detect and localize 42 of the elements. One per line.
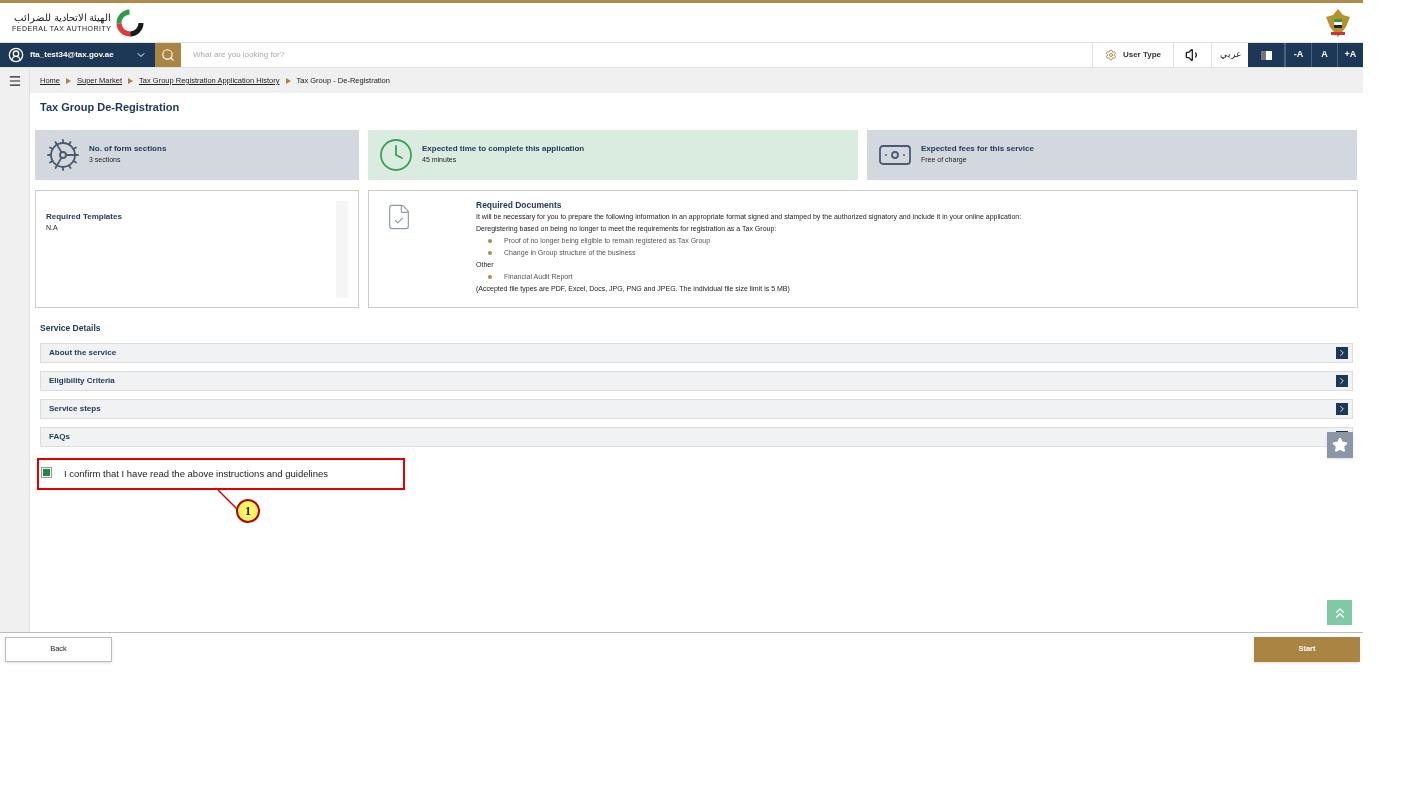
page-title: Tax Group De-Registration [39, 100, 181, 115]
accordion-header[interactable]: About the service [40, 343, 1353, 364]
logo-emblem-icon [115, 7, 146, 38]
breadcrumb-separator-icon [66, 77, 71, 84]
search-button[interactable] [155, 43, 181, 67]
logo-arabic-text: الهيئة الاتحادية للضرائب [13, 13, 112, 23]
settings-icon [1104, 49, 1117, 61]
chevron-right-icon [1336, 403, 1348, 416]
search-field[interactable]: What are you looking for? [181, 43, 1092, 67]
menu-icon[interactable] [7, 74, 22, 88]
breadcrumb-separator-icon [285, 77, 291, 84]
user-avatar-icon [8, 47, 24, 63]
gear-icon [45, 136, 81, 173]
contrast-button[interactable] [1248, 43, 1285, 67]
favorite-button[interactable] [1327, 432, 1353, 458]
templates-title: Required Templates [46, 210, 122, 223]
bullet-icon [488, 250, 492, 255]
contrast-icon [1260, 50, 1272, 60]
documents-title: Required Documents [476, 198, 563, 211]
bullet-icon [488, 274, 492, 279]
confirm-label: I confirm that I have read the above instructions and guidelines [64, 467, 329, 482]
clock-icon [378, 136, 414, 173]
user-type-button[interactable]: User Type [1091, 43, 1173, 67]
accordion-header[interactable]: FAQs [40, 427, 1353, 448]
star-icon [1332, 437, 1348, 453]
search-icon [161, 48, 175, 62]
chevron-right-icon [1336, 375, 1348, 388]
service-details-title: Service Details [39, 321, 102, 335]
font-size-button[interactable]: +A [1337, 43, 1363, 67]
font-size-button[interactable]: A [1311, 43, 1337, 67]
callout-number: 1 [236, 499, 260, 524]
accordion-header[interactable]: Service steps [40, 399, 1353, 420]
card-title: No. of form sections [89, 143, 167, 156]
card-title: Expected time to complete this application [422, 143, 585, 156]
font-size-button[interactable]: -A [1285, 43, 1311, 67]
breadcrumb-separator-icon [128, 77, 134, 84]
accordion-header[interactable]: Eligibility Criteria [40, 371, 1353, 392]
confirm-checkbox[interactable] [41, 466, 52, 478]
user-menu-button[interactable]: fta_test34@tax.gov.ae [0, 43, 155, 67]
bullet-icon [488, 238, 492, 243]
card-title: Expected fees for this service [921, 143, 1034, 156]
chevron-right-icon [1336, 347, 1348, 360]
